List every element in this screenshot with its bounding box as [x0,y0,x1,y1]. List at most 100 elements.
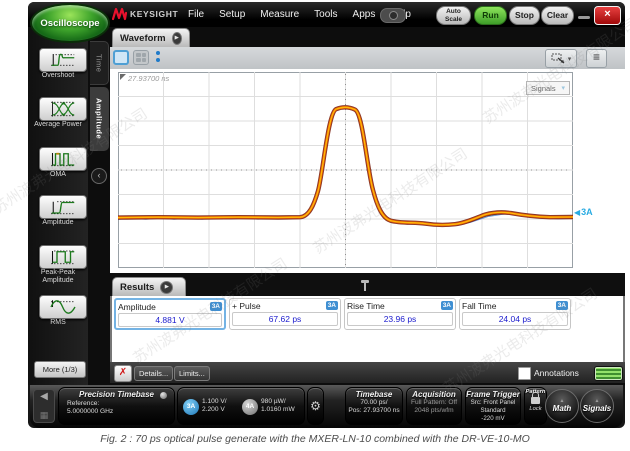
menu-bar: File Setup Measure Tools Apps Help [188,2,411,27]
oscilloscope-logo-label: Oscilloscope [40,18,99,29]
main-panel: Waveform ▶ ▾ ≡ [110,27,625,385]
channel-4a-scale: 980 µW/ [261,398,295,406]
single-layout-button[interactable] [113,50,129,65]
timebase-title: Timebase [346,390,402,399]
limits-button[interactable]: Limits... [174,366,210,381]
pattern-lock-panel[interactable]: Pattern Lock [524,387,547,425]
acquisition-points: 2048 pts/wfm [407,407,461,415]
marker-left-icon: ◀ [574,208,580,217]
tab-waveform[interactable]: Waveform ▶ [112,28,190,47]
signals-dropdown-label: Signals [531,84,556,93]
status-led-icon [160,392,167,399]
channel-4a-badge[interactable]: 4A [242,399,258,415]
minimize-button[interactable] [578,16,590,19]
channels-panel[interactable]: 3A 1.100 V/ 2.200 V 4A 980 µW/ 1.0160 mW [177,387,305,425]
frame-trigger-panel[interactable]: Frame Trigger Src: Front Panel Standard … [465,387,521,425]
tab-amplitude[interactable]: Amplitude [90,87,109,151]
measurement-name: Fall Time [462,301,496,311]
pin-icon[interactable] [361,280,369,291]
acquisition-panel[interactable]: Acquisition Full Pattern: Off 2048 pts/w… [406,387,462,425]
menu-measure[interactable]: Measure [260,9,299,20]
signals-button[interactable]: ▲ Signals [580,389,614,423]
source-badge: 3A [556,301,568,310]
sine-wave-icon [45,298,81,316]
menu-setup[interactable]: Setup [219,9,245,20]
waveform-display[interactable]: 27.93700 ns Signals ▾ ◀ 3A [110,69,625,275]
tab-results[interactable]: Results ▶ [112,277,186,296]
close-button[interactable]: × [594,6,621,25]
tab-time-label: Time [95,54,104,72]
peak-peak-waveform-icon [45,248,81,266]
precision-timebase-panel[interactable]: Precision Timebase Reference: 5.0000000 … [58,387,175,425]
measurement-cell-amplitude[interactable]: Amplitude 3A 4.881 V [114,298,226,330]
amplitude-step-icon [45,198,81,216]
sidebar-item-amplitude[interactable] [39,195,87,219]
more-measurements-button[interactable]: More (1/3) [34,361,86,378]
keysight-brand-label: KEYSIGHT [130,9,178,19]
measurement-cell-rise-time[interactable]: Rise Time 3A 23.96 ps [344,298,456,330]
sidebar-item-average-power[interactable] [39,97,87,121]
menu-apps[interactable]: Apps [353,9,376,20]
collapse-sidebar-icon[interactable]: ‹ [91,168,107,184]
timebase-panel[interactable]: Timebase 70.00 ps/ Pos: 27.93700 ns [345,387,403,425]
sidebar-item-oma[interactable] [39,147,87,171]
waveform-tab-play-icon[interactable]: ▶ [172,32,182,45]
run-button[interactable]: Run [474,6,507,25]
measurement-name: Amplitude [118,302,156,312]
layout-options-icon[interactable] [156,51,160,62]
screen: Oscilloscope KEYSIGHT File Setup Measure… [0,0,630,451]
zoom-region-button[interactable]: ▾ [545,49,577,68]
figure-caption: Fig. 2 : 70 ps optical pulse generate wi… [0,433,630,445]
gear-icon[interactable]: ⚙ [307,387,324,425]
oma-waveform-icon [45,150,81,168]
annotations-label: Annotations [534,368,579,378]
oscilloscope-logo[interactable]: Oscilloscope [30,3,110,43]
clear-button[interactable]: Clear [541,6,574,25]
waveform-grid [118,72,573,268]
zoom-dropdown-icon[interactable]: ▾ [568,55,572,63]
measurement-name: + Pulse [232,301,261,311]
statusbar-scroll-left-button[interactable]: ◀ ▦ [33,389,55,423]
menu-tools[interactable]: Tools [314,9,337,20]
channel-3a-scale: 1.100 V/ [202,398,227,406]
measurement-sidebar: Overshoot Average Power OMA [28,27,88,385]
sidebar-tab-strip: Time Amplitude ‹ [88,27,110,385]
channel-3a-badge[interactable]: 3A [183,399,199,415]
measurement-cell-fall-time[interactable]: Fall Time 3A 24.04 ps [459,298,571,330]
sidebar-item-peak-peak-amplitude[interactable] [39,245,87,269]
signals-button-label: Signals [583,404,611,413]
math-button-label: Math [553,404,572,413]
tab-time[interactable]: Time [90,41,109,85]
results-tab-play-icon[interactable]: ▶ [160,281,173,294]
signals-dropdown[interactable]: Signals ▾ [526,81,570,95]
auto-scale-button[interactable]: Auto Scale [436,6,471,25]
panel-resize-handle[interactable] [594,366,623,381]
math-button[interactable]: ▲ Math [545,389,579,423]
delete-measurement-button[interactable]: ✗ [114,365,132,382]
results-tab-bar: Results ▶ [110,273,625,296]
hamburger-menu-icon[interactable]: ≡ [586,49,607,68]
measurement-value: 4.881 V [118,313,222,327]
results-toolbar: ✗ Details... Limits... Annotations [110,362,625,383]
sidebar-item-rms[interactable] [39,295,87,319]
quad-layout-button[interactable] [133,50,149,65]
acquisition-pattern: Full Pattern: Off [407,399,461,407]
source-badge: 3A [210,302,222,311]
trigger-position-flag: 27.93700 ns [120,74,169,83]
screenshot-camera-icon[interactable] [380,8,406,23]
channel-3a-marker[interactable]: ◀ 3A [574,207,593,217]
trigger-position-label: 27.93700 ns [128,74,169,83]
menu-file[interactable]: File [188,9,204,20]
sidebar-item-overshoot[interactable] [39,48,87,72]
measurement-cell-pulse-width[interactable]: + Pulse 3A 67.62 ps [229,298,341,330]
precision-timebase-title: Precision Timebase [59,390,174,399]
annotations-checkbox[interactable] [518,367,531,380]
details-button[interactable]: Details... [134,366,173,381]
frame-trigger-mode: Standard [466,407,520,415]
channel-3a-marker-label: 3A [581,207,593,217]
tab-amplitude-label: Amplitude [95,98,104,139]
sidebar-item-label: Amplitude [28,219,88,227]
stop-button[interactable]: Stop [509,6,540,25]
measurement-name: Rise Time [347,301,385,311]
status-bar: ◀ ▦ Precision Timebase Reference: 5.0000… [30,385,623,428]
